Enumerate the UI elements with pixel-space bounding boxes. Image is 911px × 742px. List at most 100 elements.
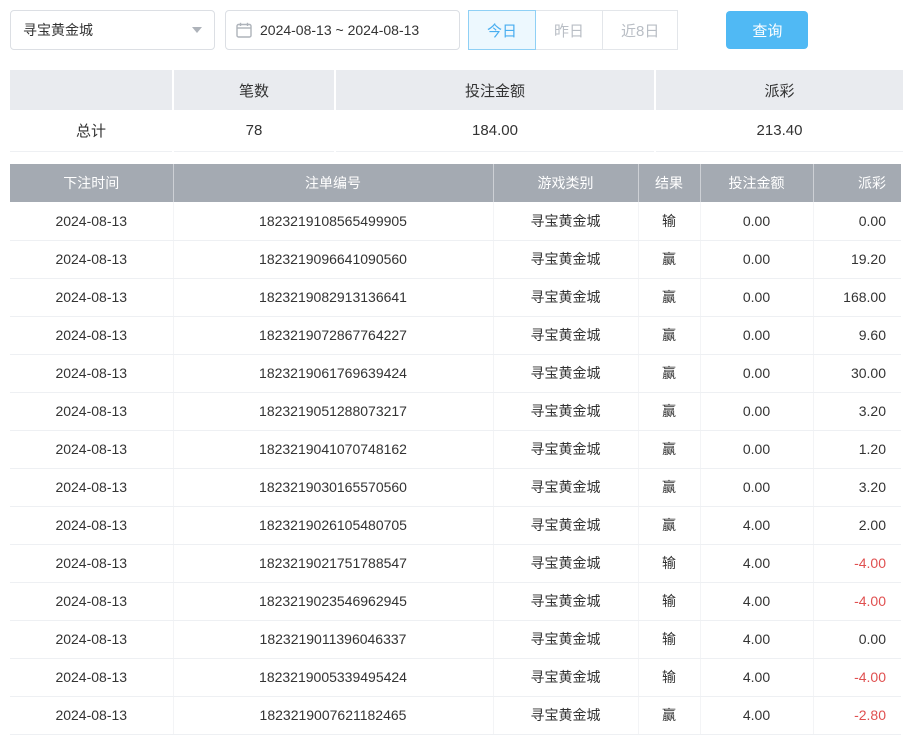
cell-payout: 0.00	[813, 202, 901, 240]
cell-bet: 4.00	[700, 620, 813, 658]
cell-payout: 19.20	[813, 240, 901, 278]
table-row: 2024-08-131823219026105480705寻宝黄金城赢4.002…	[10, 506, 901, 544]
date-range-picker[interactable]: 2024-08-13 ~ 2024-08-13	[225, 10, 460, 50]
cell-result: 输	[638, 620, 700, 658]
bet-table: 下注时间 注单编号 游戏类别 结果 投注金额 派彩 2024-08-131823…	[10, 164, 901, 735]
cell-order-id: 1823219005339495424	[173, 658, 493, 696]
summary-header-bet-amount: 投注金额	[336, 70, 654, 110]
cell-order-id: 1823219041070748162	[173, 430, 493, 468]
summary-total-label: 总计	[10, 110, 172, 152]
table-row: 2024-08-131823219011396046337寻宝黄金城输4.000…	[10, 620, 901, 658]
bet-table-body: 2024-08-131823219108565499905寻宝黄金城输0.000…	[10, 202, 901, 734]
cell-order-id: 1823219108565499905	[173, 202, 493, 240]
cell-bet: 4.00	[700, 658, 813, 696]
cell-time: 2024-08-13	[10, 696, 173, 734]
table-row: 2024-08-131823219021751788547寻宝黄金城输4.00-…	[10, 544, 901, 582]
cell-bet: 0.00	[700, 468, 813, 506]
table-row: 2024-08-131823219051288073217寻宝黄金城赢0.003…	[10, 392, 901, 430]
cell-result: 赢	[638, 392, 700, 430]
cell-payout: -4.00	[813, 544, 901, 582]
table-row: 2024-08-131823219108565499905寻宝黄金城输0.000…	[10, 202, 901, 240]
cell-result: 赢	[638, 354, 700, 392]
header-time: 下注时间	[10, 164, 173, 202]
cell-payout: 3.20	[813, 392, 901, 430]
game-select-value: 寻宝黄金城	[23, 20, 93, 40]
cell-order-id: 1823219007621182465	[173, 696, 493, 734]
bet-table-header: 下注时间 注单编号 游戏类别 结果 投注金额 派彩	[10, 164, 901, 202]
cell-order-id: 1823219096641090560	[173, 240, 493, 278]
cell-payout: 0.00	[813, 620, 901, 658]
cell-order-id: 1823219061769639424	[173, 354, 493, 392]
summary-table: 笔数 投注金额 派彩 总计 78 184.00 213.40	[10, 70, 901, 152]
summary-total-payout: 213.40	[656, 110, 903, 152]
cell-bet: 0.00	[700, 202, 813, 240]
cell-time: 2024-08-13	[10, 392, 173, 430]
cell-order-id: 1823219026105480705	[173, 506, 493, 544]
cell-game: 寻宝黄金城	[493, 506, 638, 544]
cell-payout: -4.00	[813, 582, 901, 620]
last8days-button[interactable]: 近8日	[602, 10, 678, 50]
cell-bet: 0.00	[700, 354, 813, 392]
summary-header-row: 笔数 投注金额 派彩	[10, 70, 901, 110]
cell-payout: 3.20	[813, 468, 901, 506]
game-select[interactable]: 寻宝黄金城	[10, 10, 215, 50]
cell-order-id: 1823219023546962945	[173, 582, 493, 620]
cell-game: 寻宝黄金城	[493, 354, 638, 392]
cell-time: 2024-08-13	[10, 506, 173, 544]
summary-total-count: 78	[174, 110, 334, 152]
header-game: 游戏类别	[493, 164, 638, 202]
cell-time: 2024-08-13	[10, 354, 173, 392]
cell-game: 寻宝黄金城	[493, 240, 638, 278]
cell-result: 输	[638, 582, 700, 620]
summary-header-blank	[10, 70, 172, 110]
cell-game: 寻宝黄金城	[493, 468, 638, 506]
cell-bet: 0.00	[700, 278, 813, 316]
cell-time: 2024-08-13	[10, 658, 173, 696]
cell-bet: 0.00	[700, 316, 813, 354]
cell-time: 2024-08-13	[10, 202, 173, 240]
quick-date-group: 今日 昨日 近8日	[468, 10, 678, 50]
date-range-value: 2024-08-13 ~ 2024-08-13	[260, 22, 419, 38]
cell-order-id: 1823219030165570560	[173, 468, 493, 506]
cell-game: 寻宝黄金城	[493, 582, 638, 620]
cell-payout: 30.00	[813, 354, 901, 392]
cell-game: 寻宝黄金城	[493, 544, 638, 582]
cell-payout: 9.60	[813, 316, 901, 354]
cell-payout: 2.00	[813, 506, 901, 544]
today-button[interactable]: 今日	[468, 10, 536, 50]
cell-time: 2024-08-13	[10, 316, 173, 354]
cell-result: 输	[638, 658, 700, 696]
cell-time: 2024-08-13	[10, 240, 173, 278]
cell-time: 2024-08-13	[10, 582, 173, 620]
cell-order-id: 1823219051288073217	[173, 392, 493, 430]
yesterday-button[interactable]: 昨日	[535, 10, 603, 50]
cell-payout: 168.00	[813, 278, 901, 316]
summary-total-bet-amount: 184.00	[336, 110, 654, 152]
cell-time: 2024-08-13	[10, 430, 173, 468]
cell-order-id: 1823219072867764227	[173, 316, 493, 354]
cell-bet: 0.00	[700, 430, 813, 468]
table-row: 2024-08-131823219030165570560寻宝黄金城赢0.003…	[10, 468, 901, 506]
cell-game: 寻宝黄金城	[493, 430, 638, 468]
header-bet: 投注金额	[700, 164, 813, 202]
table-row: 2024-08-131823219005339495424寻宝黄金城输4.00-…	[10, 658, 901, 696]
cell-time: 2024-08-13	[10, 468, 173, 506]
cell-bet: 0.00	[700, 392, 813, 430]
cell-payout: -4.00	[813, 658, 901, 696]
cell-bet: 4.00	[700, 696, 813, 734]
chevron-down-icon	[192, 27, 202, 33]
cell-payout: -2.80	[813, 696, 901, 734]
query-button[interactable]: 查询	[726, 11, 808, 49]
cell-game: 寻宝黄金城	[493, 392, 638, 430]
cell-game: 寻宝黄金城	[493, 202, 638, 240]
calendar-icon	[236, 22, 252, 38]
cell-result: 输	[638, 544, 700, 582]
summary-header-payout: 派彩	[656, 70, 903, 110]
cell-bet: 4.00	[700, 582, 813, 620]
cell-result: 赢	[638, 316, 700, 354]
cell-time: 2024-08-13	[10, 278, 173, 316]
cell-payout: 1.20	[813, 430, 901, 468]
cell-order-id: 1823219011396046337	[173, 620, 493, 658]
cell-game: 寻宝黄金城	[493, 620, 638, 658]
cell-result: 赢	[638, 696, 700, 734]
